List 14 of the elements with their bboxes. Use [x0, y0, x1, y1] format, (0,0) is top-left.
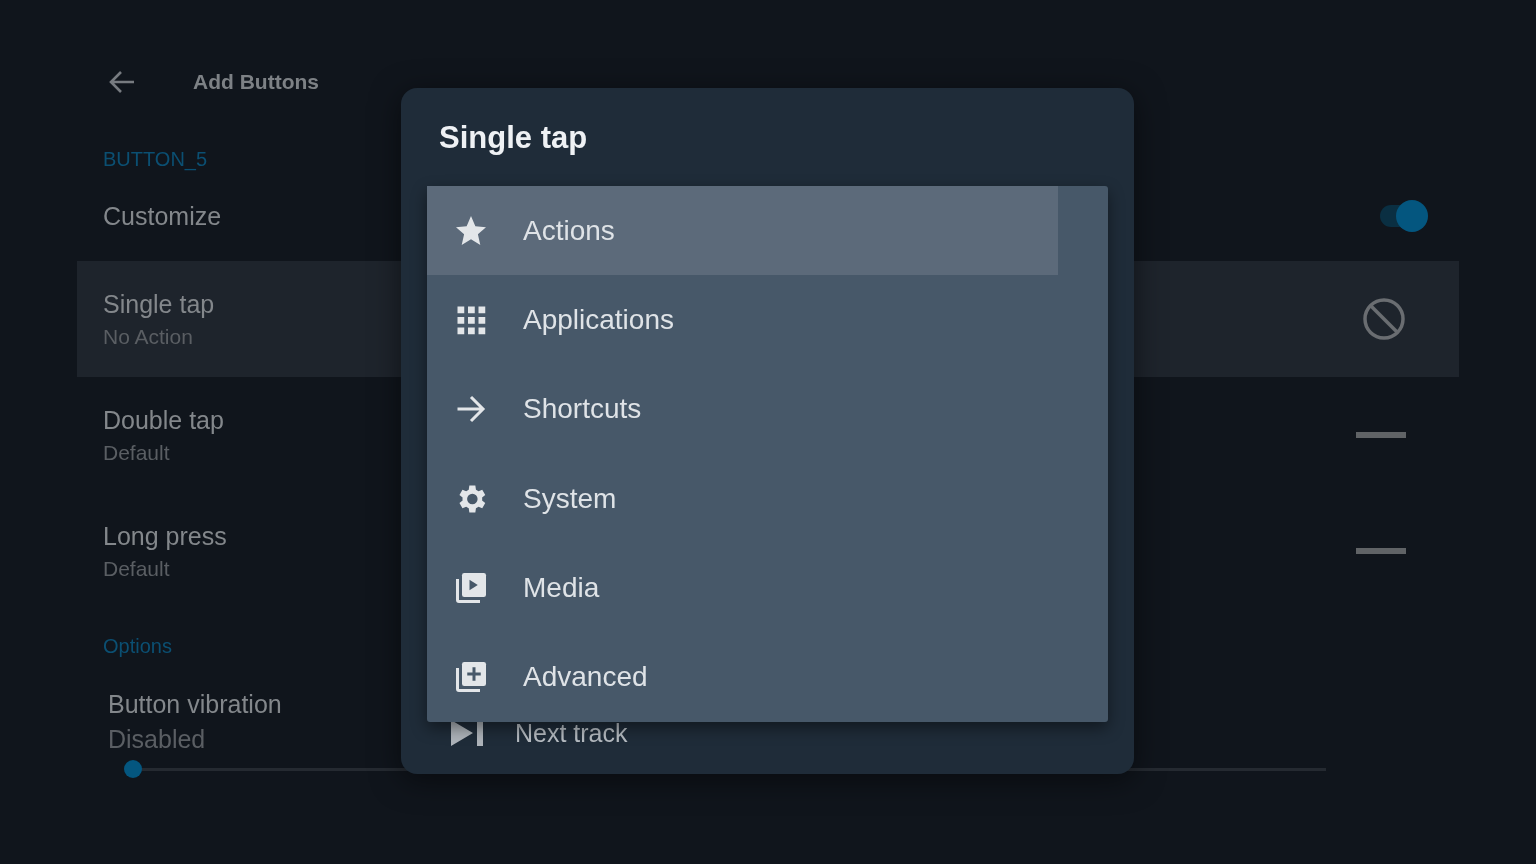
setting-value: No Action: [103, 324, 193, 349]
setting-label: Single tap: [103, 289, 215, 319]
section-heading: BUTTON_5: [102, 148, 209, 171]
dialog-title: Single tap: [439, 120, 589, 156]
setting-value: Disabled: [108, 725, 206, 754]
setting-label: Double tap: [103, 405, 224, 435]
setting-label: Long press: [103, 521, 227, 551]
setting-label: Button vibration: [108, 690, 282, 719]
setting-label: Customize: [103, 201, 222, 231]
screen-title: Add Buttons: [193, 70, 319, 94]
setting-value: Default: [103, 556, 170, 581]
section-heading: Options: [102, 635, 173, 658]
menu-item-label: Next track: [515, 718, 628, 748]
setting-value: Default: [103, 440, 170, 465]
